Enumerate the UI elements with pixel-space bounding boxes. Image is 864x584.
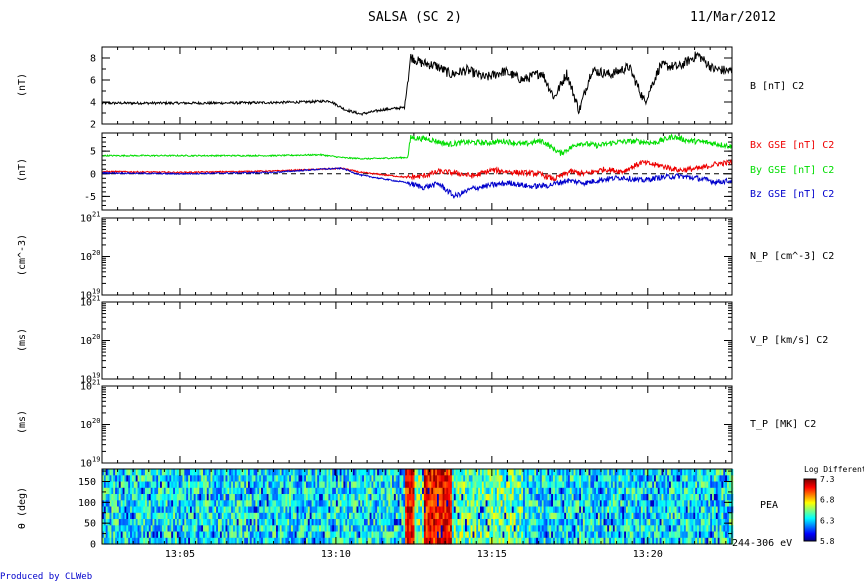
legend-np: N_P [cm^-3] C2 [750,251,834,262]
panel-velocity-frame [101,301,733,380]
legend-tp: T_P [MK] C2 [750,419,816,430]
y-tick-label: 1021 [80,379,100,393]
credit-line: Produced by CLWeb [0,572,93,582]
panel-density-ylabel: (cm^-3) [17,234,28,276]
colorbar: 7.3 6.8 6.3 5.8 [803,475,835,546]
panel-density-axes: 102110201019 [80,211,732,302]
time-tick-label: 13:20 [633,549,663,560]
panel-density-frame [101,217,733,296]
y-tick-label: 1020 [80,249,100,263]
panel-bgse-axes: -5 0 5 [84,132,732,211]
y-tick-label: 100 [78,498,96,509]
y-tick-label: 50 [84,519,96,530]
legend-bx: Bx GSE [nT] C2 [750,140,834,151]
b-total-line [101,51,733,117]
y-tick-label: 2 [90,120,96,131]
time-tick-label: 13:10 [321,549,351,560]
y-tick-label: 1019 [80,456,100,470]
panel-b-axes: 2 4 6 8 [90,46,732,131]
panel-velocity-axes: 102110201019 [80,295,732,386]
panel-temperature-axes: 1021 1020 1019 [80,379,732,470]
legend-bz: Bz GSE [nT] C2 [750,189,834,200]
salsa-figure: SALSA (SC 2) 11/Mar/2012 (nT) 2 4 6 8 B [nT… [17,10,864,560]
time-tick-label: 13:05 [165,549,195,560]
y-tick-label: 6 [90,76,96,87]
panel-velocity: (ms) 102110201019 V_P [km/s] C2 [17,295,828,386]
colorbar-tick-label: 5.8 [820,537,835,546]
panel-temperature: (ms) 1021 1020 1019 T_P [MK] C2 [17,379,816,470]
y-tick-label: 8 [90,54,96,65]
legend-b-total: B [nT] C2 [750,81,804,92]
panel-temperature-ylabel: (ms) [17,410,28,434]
y-tick-label: 5 [90,147,96,158]
bz-line [101,167,733,199]
panel-b-components: (nT) -505 Bx GSE [nT] C2 By GSE [nT] C2 … [17,132,834,211]
y-tick-label: 1021 [80,211,100,225]
pea-spectrogram [102,469,734,545]
legend-by: By GSE [nT] C2 [750,165,834,176]
panel-bgse-plot [101,133,733,199]
y-tick-label: 0 [90,169,96,180]
time-axis: 13:05 13:10 13:15 13:20 [165,549,663,560]
time-tick-label: 13:15 [477,549,507,560]
by-line [101,133,733,161]
pea-energy-label: 244-306 eV [732,538,792,549]
colorbar-tick-label: 6.8 [820,496,835,505]
y-tick-label: 1021 [80,295,100,309]
panel-velocity-ylabel: (ms) [17,328,28,352]
panel-pea: θ (deg) 0 50 100 150 PEA 244-306 eV Log Dif… [17,465,864,551]
y-tick-label: 4 [90,98,96,109]
panel-temperature-frame [101,385,733,464]
y-tick-label: 1020 [80,333,100,347]
panel-b-ylabel: (nT) [17,73,28,97]
colorbar-tick-label: 6.3 [820,516,835,525]
colorbar-tick-label: 7.3 [820,475,835,484]
panel-bgse-ylabel: (nT) [17,158,28,182]
figure-date: 11/Mar/2012 [690,10,776,25]
colorbar-title: Log Differential [804,465,864,474]
panel-b-magnitude: (nT) 2 4 6 8 B [nT] C2 [17,46,804,131]
figure-title: SALSA (SC 2) [368,10,462,25]
y-tick-label: 1020 [80,417,100,431]
panel-b-plot [101,51,733,117]
y-tick-label: -5 [84,192,96,203]
y-tick-label: 0 [90,540,96,551]
y-tick-label: 150 [78,477,96,488]
legend-vp: V_P [km/s] C2 [750,335,828,346]
panel-density: (cm^-3) 102110201019 N_P [cm^-3] C2 [17,211,834,302]
panel-pea-ylabel: θ (deg) [17,487,28,529]
pea-label: PEA [760,500,778,511]
